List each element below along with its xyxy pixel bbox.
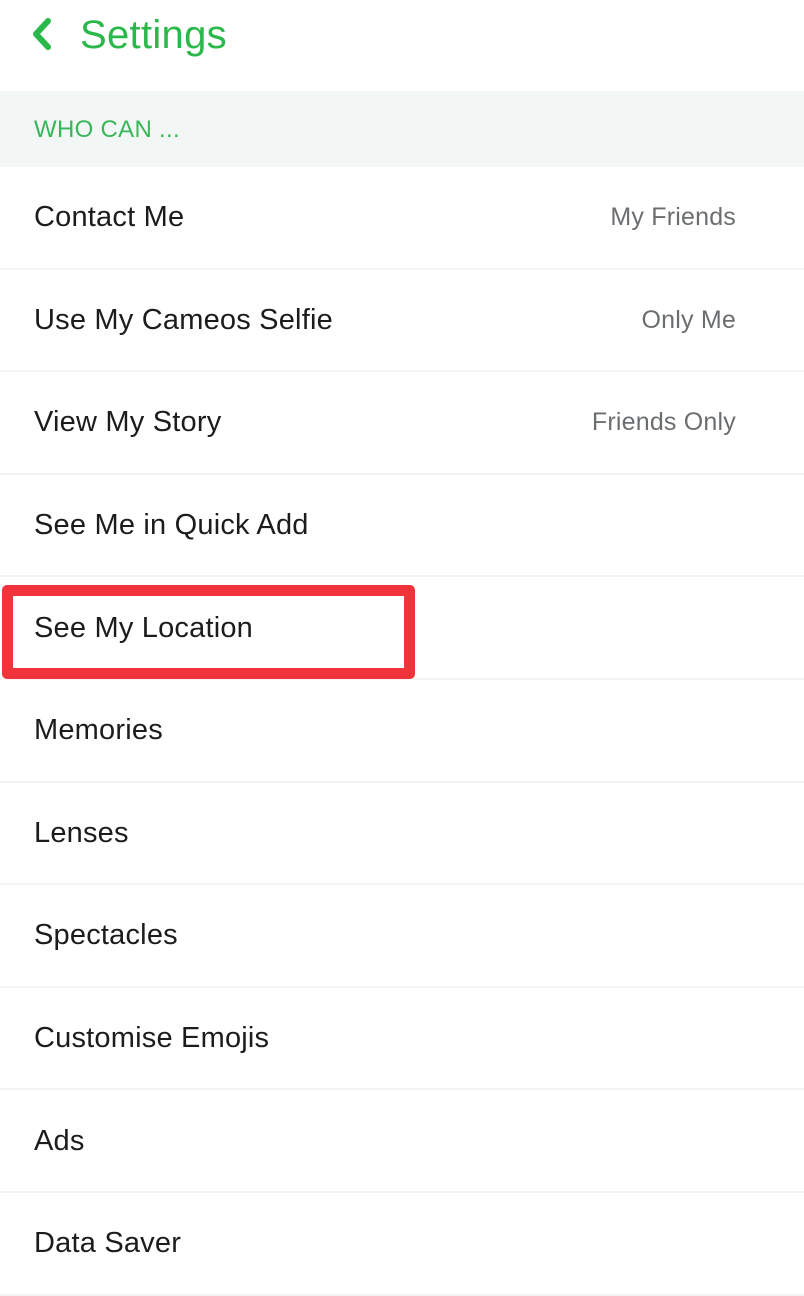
item-label: View My Story (34, 406, 222, 439)
settings-item-customise-emojis[interactable]: Customise Emojis (0, 988, 804, 1091)
item-label: Lenses (34, 816, 129, 849)
page-title: Settings (80, 13, 227, 57)
settings-list: Contact Me My Friends Use My Cameos Self… (0, 167, 804, 1296)
settings-item-data-saver[interactable]: Data Saver (0, 1193, 804, 1296)
settings-item-contact-me[interactable]: Contact Me My Friends (0, 167, 804, 270)
settings-item-use-my-cameos-selfie[interactable]: Use My Cameos Selfie Only Me (0, 270, 804, 373)
section-title: WHO CAN ... (34, 116, 180, 143)
settings-item-see-me-in-quick-add[interactable]: See Me in Quick Add (0, 475, 804, 578)
item-label: See My Location (34, 611, 254, 644)
settings-item-lenses[interactable]: Lenses (0, 783, 804, 886)
settings-item-ads[interactable]: Ads (0, 1090, 804, 1193)
item-label: Contact Me (34, 201, 185, 234)
item-label: Spectacles (34, 919, 178, 952)
item-value: Friends Only (591, 408, 736, 437)
chevron-left-icon (29, 16, 55, 52)
nav-header: Settings (0, 0, 804, 91)
item-label: Customise Emojis (34, 1022, 270, 1055)
settings-item-view-my-story[interactable]: View My Story Friends Only (0, 372, 804, 475)
item-label: Data Saver (34, 1227, 182, 1260)
item-label: Use My Cameos Selfie (34, 303, 333, 336)
settings-item-spectacles[interactable]: Spectacles (0, 885, 804, 988)
section-header-who-can: WHO CAN ... (0, 91, 804, 167)
item-label: See Me in Quick Add (34, 509, 309, 542)
item-label: Memories (34, 714, 163, 747)
settings-item-see-my-location[interactable]: See My Location (0, 577, 804, 680)
back-button[interactable] (22, 8, 62, 60)
item-label: Ads (34, 1124, 85, 1157)
item-value: Only Me (641, 305, 736, 334)
item-value: My Friends (610, 203, 736, 232)
settings-item-memories[interactable]: Memories (0, 680, 804, 783)
